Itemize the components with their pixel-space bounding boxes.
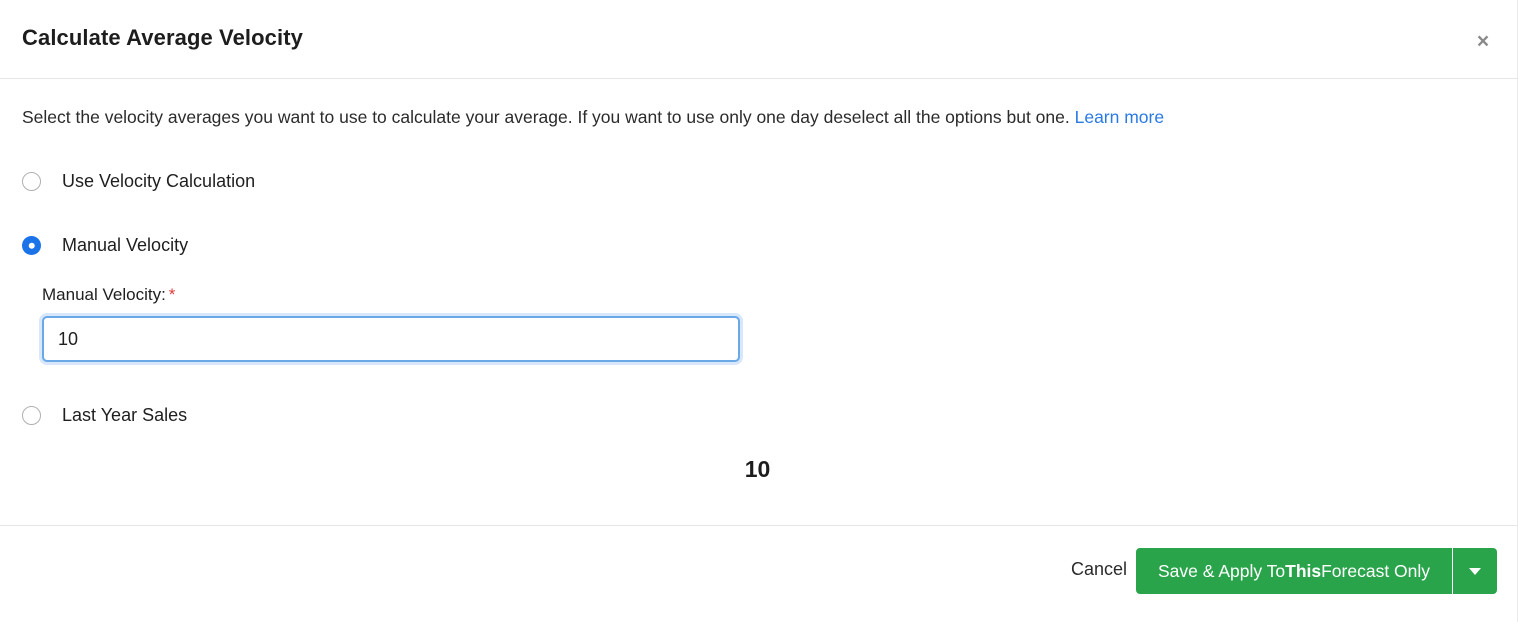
page-title: Calculate Average Velocity	[22, 25, 303, 50]
save-apply-this-forecast-only-button[interactable]: Save & Apply To This Forecast Only	[1136, 548, 1453, 594]
radio-option-use-velocity-calculation[interactable]: Use Velocity Calculation	[22, 171, 255, 192]
radio-button-selected[interactable]	[22, 236, 41, 255]
primary-label-emphasis: This	[1285, 560, 1322, 581]
dialog-footer: Cancel Save & Apply To This Forecast Onl…	[0, 525, 1517, 622]
primary-label-prefix: Save & Apply To	[1158, 560, 1286, 581]
radio-button-unselected[interactable]	[22, 406, 41, 425]
save-options-dropdown-button[interactable]	[1453, 548, 1498, 594]
radio-label: Last Year Sales	[62, 405, 188, 425]
save-split-button: Save & Apply To This Forecast Only	[1136, 548, 1498, 594]
radio-button-unselected[interactable]	[22, 172, 41, 191]
required-asterisk: *	[168, 285, 176, 304]
dialog-body: Select the velocity averages you want to…	[0, 79, 1517, 525]
manual-velocity-field-group: Manual Velocity: *	[42, 285, 740, 362]
field-label-text: Manual Velocity:	[42, 285, 166, 304]
learn-more-link[interactable]: Learn more	[1075, 107, 1165, 127]
chevron-down-icon	[1469, 567, 1482, 575]
dialog-header: Calculate Average Velocity ×	[0, 0, 1517, 79]
radio-option-manual-velocity[interactable]: Manual Velocity	[22, 235, 188, 256]
radio-label: Use Velocity Calculation	[62, 171, 256, 191]
primary-label-suffix: Forecast Only	[1321, 560, 1431, 581]
manual-velocity-label: Manual Velocity: *	[42, 285, 740, 305]
close-icon[interactable]: ×	[1469, 27, 1497, 55]
manual-velocity-input[interactable]	[42, 316, 740, 362]
radio-label: Manual Velocity	[62, 235, 189, 255]
dialog-description: Select the velocity averages you want to…	[22, 106, 1164, 129]
radio-option-last-year-sales[interactable]: Last Year Sales	[22, 405, 187, 426]
description-text: Select the velocity averages you want to…	[22, 107, 1070, 127]
cancel-button[interactable]: Cancel	[1067, 553, 1131, 586]
calculate-average-velocity-dialog: Calculate Average Velocity × Select the …	[0, 0, 1518, 622]
calculated-velocity-value: 10	[744, 456, 771, 482]
